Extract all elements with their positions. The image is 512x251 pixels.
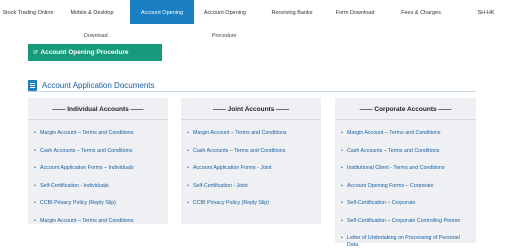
nav-account-opening-active[interactable]: Account Opening (130, 0, 194, 24)
section-header: Account Application Documents (28, 79, 155, 91)
document-list: Margin Account – Terms and Conditions Ca… (187, 130, 311, 218)
document-link[interactable]: Self-Certification - Joint (187, 183, 311, 190)
document-link[interactable]: Self-Certification - Individuals (34, 183, 158, 190)
nav-sub-label-download[interactable]: Download (84, 33, 108, 39)
document-list: Margin Account – Terms and Conditions Ca… (34, 130, 158, 235)
section-divider (28, 91, 476, 92)
nav-sh-hk[interactable]: SH-HK (470, 0, 502, 24)
panel-joint-accounts: —— Joint Accounts —— Margin Account – Te… (181, 98, 321, 224)
document-link[interactable]: Institutional Client - Terms and Conditi… (341, 165, 465, 172)
panel-title: —— Joint Accounts —— (181, 98, 321, 120)
panel-title: —— Corporate Accounts —— (335, 98, 476, 120)
document-link[interactable]: Cash Accounts – Terms and Conditions (187, 148, 311, 155)
nav-account-opening-procedure[interactable]: Account Opening (196, 0, 254, 24)
nav-form-download[interactable]: Form Download (330, 0, 380, 24)
document-link[interactable]: Account Application Forms – Individuals (34, 165, 158, 172)
panel-individual-accounts: —— Individual Accounts —— Margin Account… (28, 98, 168, 224)
panel-corporate-accounts: —— Corporate Accounts —— Margin Account … (335, 98, 476, 248)
section-title: Account Application Documents (42, 80, 155, 90)
nav-receiving-banks[interactable]: Receiving Banks (264, 0, 320, 24)
nav-mobile-desktop[interactable]: Mobile & Desktop (62, 0, 122, 24)
document-link[interactable]: Self-Certification – Corporate Controlli… (341, 218, 465, 225)
nav-stock-trading-online[interactable]: Stock Trading Online (0, 0, 56, 24)
document-link[interactable]: Cash Accounts – Terms and Conditions (341, 148, 465, 155)
account-opening-procedure-button[interactable]: ☞ Account Opening Procedure (28, 44, 162, 61)
document-link[interactable]: Account Opening Forms – Corporate (341, 183, 465, 190)
document-link[interactable]: Cash Accounts – Terms and Conditions (34, 148, 158, 155)
document-link[interactable]: Margin Account – Terms and Conditions (34, 130, 158, 137)
nav-sub-label-procedure[interactable]: Procedure (212, 33, 236, 39)
nav-fees-charges[interactable]: Fees & Charges (392, 0, 450, 24)
document-link[interactable]: Self-Certification – Corporate (341, 200, 465, 207)
document-link[interactable]: Margin Account – Terms and Conditions (341, 130, 465, 137)
document-link[interactable]: Letter of Undertaking on Processing of P… (341, 235, 465, 248)
document-icon (28, 79, 37, 91)
document-link[interactable]: CCBI Privacy Policy (Reply Slip) (187, 200, 311, 207)
hand-pointer-icon: ☞ (33, 50, 39, 56)
document-list: Margin Account – Terms and Conditions Ca… (341, 130, 465, 251)
document-link[interactable]: CCBI Privacy Policy (Reply Slip) (34, 200, 158, 207)
document-link[interactable]: Margin Account – Terms and Conditions (187, 130, 311, 137)
document-link[interactable]: Account Application Forms - Joint (187, 165, 311, 172)
panel-title: —— Individual Accounts —— (28, 98, 168, 120)
procedure-button-label: Account Opening Procedure (40, 49, 129, 56)
top-nav: Stock Trading Online Mobile & Desktop Ac… (0, 0, 512, 24)
document-link[interactable]: Margin Account – Terms and Conditions (34, 218, 158, 225)
